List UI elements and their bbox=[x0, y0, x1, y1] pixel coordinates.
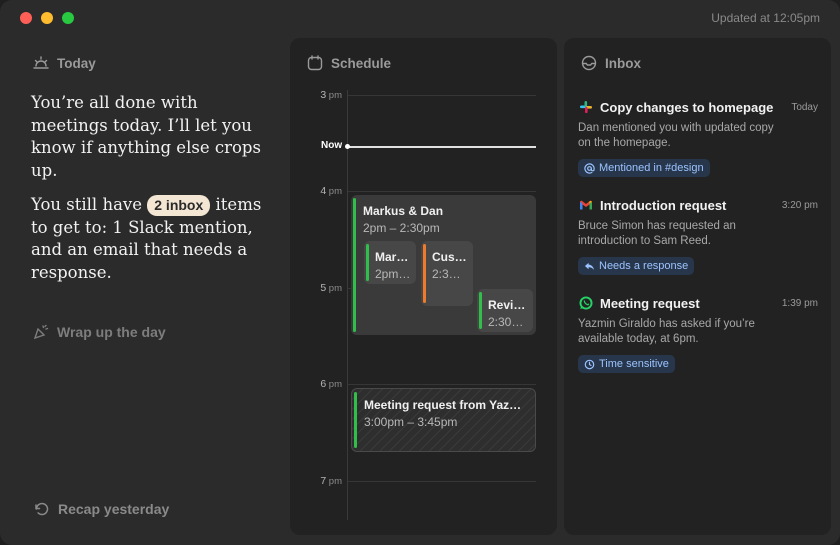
event-color-bar bbox=[366, 244, 369, 281]
schedule-panel: Schedule 3 pm 4 pm 5 pm 6 pm 7 pm Now Ma… bbox=[290, 38, 557, 535]
summary-meetings: You’re all done with meetings today. I’l… bbox=[31, 93, 261, 180]
today-summary: You’re all done with meetings today. I’l… bbox=[31, 92, 271, 296]
inbox-item-title: Introduction request bbox=[600, 197, 727, 213]
now-label: Now bbox=[321, 140, 343, 151]
hour-label: 3 pm bbox=[320, 89, 342, 101]
summary-inbox: You still have 2 inbox items to get to: … bbox=[31, 194, 271, 284]
hour-gridline bbox=[348, 191, 536, 192]
event-title: Meeting request from Yaz… bbox=[364, 398, 522, 412]
clock-icon bbox=[584, 359, 595, 369]
inbox-item-time: 1:39 pm bbox=[781, 297, 818, 309]
tag-label: Time sensitive bbox=[599, 358, 669, 370]
hour-label: 4 pm bbox=[320, 185, 342, 197]
inbox-item-slack[interactable]: Copy changes to homepage Today Dan menti… bbox=[578, 99, 818, 179]
party-popper-icon bbox=[33, 324, 49, 340]
event-color-bar bbox=[479, 292, 482, 329]
response-tag[interactable]: Needs a response bbox=[578, 257, 695, 275]
tag-label: Needs a response bbox=[599, 260, 689, 272]
event-title: Mar… bbox=[375, 250, 409, 264]
event-time: 2pm – 2:30pm bbox=[363, 221, 440, 235]
inbox-item-body: Dan mentioned you with updated copy on t… bbox=[578, 122, 774, 149]
inbox-item-whatsapp[interactable]: Meeting request 1:39 pm Yazmin Giraldo h… bbox=[578, 295, 818, 375]
inbox-count-pill[interactable]: 2 inbox bbox=[147, 195, 211, 216]
inbox-item-gmail[interactable]: Introduction request 3:20 pm Bruce Simon… bbox=[578, 197, 818, 277]
inbox-item-header: Copy changes to homepage Today bbox=[578, 99, 818, 115]
hour-label: 6 pm bbox=[320, 378, 342, 390]
recap-yesterday-button[interactable]: Recap yesterday bbox=[33, 500, 169, 518]
hour-gridline bbox=[348, 95, 536, 96]
event-time: 3:00pm – 3:45pm bbox=[364, 415, 458, 429]
event-markus-dan[interactable]: Markus & Dan 2pm – 2:30pm Mar… 2pm… Cus…… bbox=[351, 195, 536, 335]
time-sensitive-tag[interactable]: Time sensitive bbox=[578, 355, 675, 373]
inbox-item-body: Yazmin Giraldo has asked if you’re avail… bbox=[578, 318, 755, 345]
now-indicator-dot bbox=[345, 144, 350, 149]
reply-icon bbox=[584, 262, 595, 270]
tag-label: Mentioned in #design bbox=[599, 162, 704, 174]
event-title: Revi… bbox=[488, 298, 526, 312]
hour-label: 5 pm bbox=[320, 282, 342, 294]
event-title: Cus… bbox=[432, 250, 467, 264]
inbox-item-header: Meeting request 1:39 pm bbox=[578, 295, 818, 311]
hour-gridline bbox=[348, 481, 536, 482]
event-time: 2:30… bbox=[488, 315, 524, 329]
minimize-window-button[interactable] bbox=[41, 12, 53, 24]
event-time: 2pm… bbox=[375, 267, 411, 281]
event-cus[interactable]: Cus… 2:3… bbox=[421, 241, 473, 306]
inbox-item-header: Introduction request 3:20 pm bbox=[578, 197, 818, 213]
event-color-bar bbox=[353, 198, 356, 332]
hour-gridline bbox=[348, 384, 536, 385]
whatsapp-icon bbox=[579, 296, 593, 310]
inbox-item-body: Bruce Simon has requested an introductio… bbox=[578, 220, 736, 247]
at-icon bbox=[584, 162, 595, 174]
hour-label: 7 pm bbox=[320, 475, 342, 487]
timeline-axis bbox=[347, 90, 348, 520]
app-window: Updated at 12:05pm Today You’re all done… bbox=[0, 0, 840, 545]
slack-icon bbox=[580, 101, 592, 113]
inbox-header: Inbox bbox=[580, 54, 641, 72]
history-icon bbox=[35, 502, 49, 516]
event-title: Markus & Dan bbox=[363, 204, 444, 218]
event-mar[interactable]: Mar… 2pm… bbox=[364, 241, 416, 284]
recap-label: Recap yesterday bbox=[58, 501, 170, 517]
title-bar: Updated at 12:05pm bbox=[0, 0, 840, 36]
zoom-window-button[interactable] bbox=[62, 12, 74, 24]
mention-tag[interactable]: Mentioned in #design bbox=[578, 159, 710, 177]
now-indicator-line bbox=[348, 146, 536, 148]
today-header: Today bbox=[32, 54, 96, 72]
inbox-tray-icon bbox=[581, 55, 597, 71]
schedule-heading: Schedule bbox=[331, 55, 392, 71]
wrap-up-button[interactable]: Wrap up the day bbox=[32, 323, 166, 341]
close-window-button[interactable] bbox=[20, 12, 32, 24]
calendar-icon bbox=[307, 55, 323, 71]
today-panel: Today You’re all done with meetings toda… bbox=[18, 40, 276, 535]
sunrise-icon bbox=[33, 56, 49, 69]
event-revi[interactable]: Revi… 2:30… bbox=[477, 289, 533, 332]
updated-timestamp: Updated at 12:05pm bbox=[711, 11, 820, 25]
inbox-item-time: 3:20 pm bbox=[781, 199, 818, 211]
inbox-item-time: Today bbox=[791, 101, 818, 113]
event-color-bar bbox=[423, 244, 426, 303]
wrap-up-label: Wrap up the day bbox=[57, 324, 166, 340]
inbox-item-title: Meeting request bbox=[600, 295, 700, 311]
schedule-header: Schedule bbox=[306, 54, 391, 72]
event-time: 2:3… bbox=[432, 267, 461, 281]
inbox-heading: Inbox bbox=[605, 55, 641, 71]
inbox-panel: Inbox Copy changes to homepage Today Dan… bbox=[564, 38, 831, 535]
summary-inbox-pre: You still have bbox=[31, 195, 142, 214]
inbox-item-title: Copy changes to homepage bbox=[600, 99, 774, 115]
event-meeting-request-yazmin[interactable]: Meeting request from Yaz… 3:00pm – 3:45p… bbox=[351, 388, 536, 452]
today-heading: Today bbox=[57, 55, 96, 71]
event-color-bar bbox=[354, 392, 357, 448]
gmail-icon bbox=[580, 200, 592, 210]
